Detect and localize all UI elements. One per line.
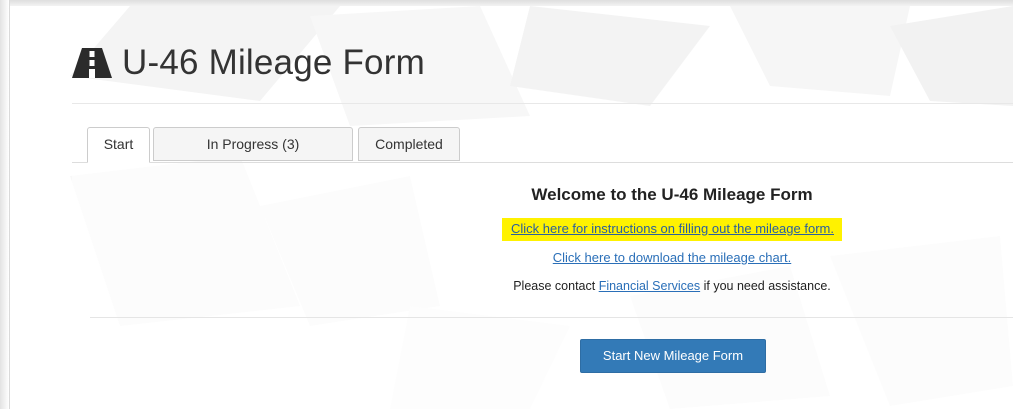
start-new-mileage-form-button[interactable]: Start New Mileage Form	[580, 339, 766, 373]
welcome-heading: Welcome to the U-46 Mileage Form	[531, 185, 813, 204]
road-icon	[72, 48, 112, 78]
tab-in-progress[interactable]: In Progress (3)	[153, 127, 353, 161]
tab-bar: Start In Progress (3) Completed	[72, 127, 1013, 163]
instructions-link[interactable]: Click here for instructions on filling o…	[511, 221, 834, 236]
mileage-chart-link[interactable]: Click here to download the mileage chart…	[553, 250, 791, 265]
contact-prefix: Please contact	[513, 279, 599, 293]
financial-services-link[interactable]: Financial Services	[599, 279, 700, 293]
page-title: U-46 Mileage Form	[72, 43, 425, 83]
chart-row: Click here to download the mileage chart…	[400, 250, 944, 265]
tab-start[interactable]: Start	[87, 127, 150, 163]
contact-suffix: if you need assistance.	[700, 279, 831, 293]
content-divider	[90, 317, 1013, 318]
contact-text: Please contact Financial Services if you…	[400, 279, 944, 293]
header-divider	[72, 103, 1013, 104]
page-frame: U-46 Mileage Form Start In Progress (3) …	[0, 0, 1013, 409]
page-title-text: U-46 Mileage Form	[122, 43, 425, 82]
tab-completed[interactable]: Completed	[358, 127, 460, 161]
instructions-highlight: Click here for instructions on filling o…	[502, 218, 842, 241]
instructions-row: Click here for instructions on filling o…	[400, 218, 944, 241]
window-left-edge	[0, 0, 10, 409]
